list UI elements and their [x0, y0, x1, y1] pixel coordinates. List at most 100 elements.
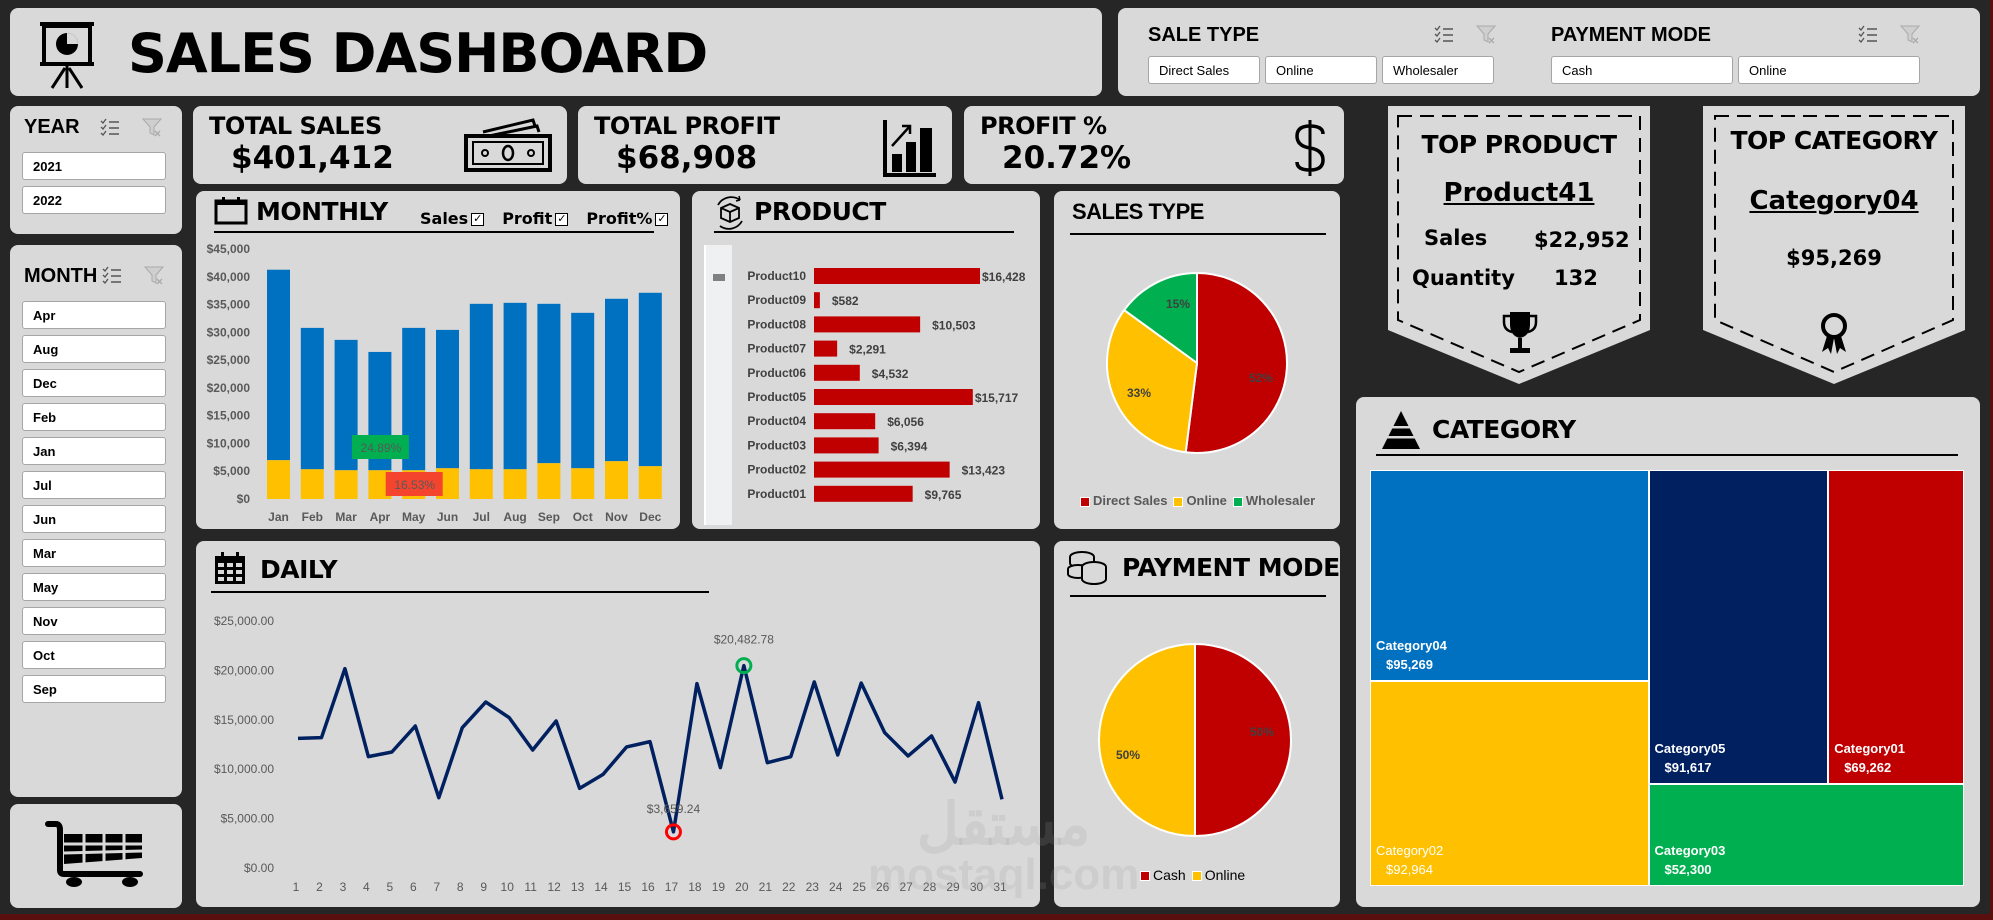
y-tick-label: $15,000 [207, 409, 251, 423]
bar-sales-feb [300, 327, 324, 470]
bar-product05 [814, 389, 973, 405]
x-tick-label: Dec [639, 510, 661, 524]
filter-sale-type-direct-sales[interactable]: Direct Sales [1148, 56, 1260, 84]
kpi-total-profit-label: TOTAL PROFIT [594, 112, 780, 140]
payment-mode-pie: 50% 50% [1098, 642, 1292, 838]
clear-filter-icon[interactable] [1900, 24, 1920, 44]
product-value-label: $16,428 [982, 270, 1026, 284]
month-option-jan[interactable]: Jan [22, 437, 166, 465]
month-option-nov[interactable]: Nov [22, 607, 166, 635]
bar-profit-feb [300, 469, 324, 499]
month-option-sep[interactable]: Sep [22, 675, 166, 703]
profit-pct-min-label: 16.53% [394, 478, 435, 492]
product-value-label: $2,291 [849, 343, 886, 357]
filter-sale-type-wholesaler[interactable]: Wholesaler [1382, 56, 1494, 84]
treemap-tile-category02[interactable]: Category02 $92,964 [1371, 681, 1648, 885]
pie-slice-label: 50% [1250, 725, 1274, 739]
growth-chart-icon [883, 120, 936, 177]
x-tick-label: 19 [712, 880, 726, 894]
month-option-jun[interactable]: Jun [22, 505, 166, 533]
kpi-total-sales: TOTAL SALES $401,412 [193, 106, 567, 184]
top-product-sales-value: $22,952 [1534, 228, 1630, 252]
x-tick-label: 6 [410, 880, 417, 894]
top-product-qty-label: Quantity [1412, 266, 1515, 290]
multi-select-icon[interactable] [102, 265, 122, 285]
legend-direct-sales: Direct Sales [1080, 493, 1167, 508]
year-option-2022[interactable]: 2022 [22, 186, 166, 214]
multi-select-icon[interactable] [1434, 24, 1454, 44]
bar-profit-nov [605, 461, 628, 499]
product-value-label: $4,532 [872, 367, 909, 381]
pie-slice-label: 33% [1127, 386, 1151, 400]
shopping-cart-icon [45, 821, 143, 887]
min-value-label: $3,659.24 [647, 802, 701, 816]
daily-chart: $0.00 $5,000.00 $10,000.00 $15,000.00 $20,00… [214, 614, 1007, 894]
bar-sales-aug [503, 302, 527, 470]
month-option-mar[interactable]: Mar [22, 539, 166, 567]
month-option-jul[interactable]: Jul [22, 471, 166, 499]
y-tick-label: $40,000 [207, 270, 251, 284]
y-tick-label: $30,000 [207, 325, 251, 339]
x-tick-label: 22 [782, 880, 796, 894]
legend-cash: Cash [1140, 867, 1186, 883]
cash-icon [464, 118, 552, 172]
month-option-aug[interactable]: Aug [22, 335, 166, 363]
y-tick-label: $5,000.00 [221, 812, 275, 826]
treemap-tile-category01[interactable]: Category01 $69,262 [1829, 471, 1963, 783]
multi-select-icon[interactable] [100, 117, 120, 137]
bar-sales-jul [469, 303, 493, 470]
kpi-total-sales-value: $401,412 [231, 140, 394, 176]
y-tick-label: $0.00 [244, 861, 274, 875]
product-value-label: $10,503 [932, 318, 976, 332]
x-tick-label: 4 [363, 880, 370, 894]
x-tick-label: Aug [503, 510, 526, 524]
month-slicer: MONTH Apr Aug Dec Feb Jan Jul Jun Mar May Nov Oct S… [10, 245, 182, 797]
x-tick-label: Oct [573, 510, 593, 524]
x-tick-label: 15 [618, 880, 632, 894]
top-product-sales-label: Sales [1424, 226, 1488, 250]
clear-filter-icon[interactable] [142, 117, 162, 137]
clear-filter-icon[interactable] [144, 265, 164, 285]
category-panel: CATEGORY Category04 $95,269 Category02 $92,… [1356, 397, 1980, 907]
payment-mode-label: PAYMENT MODE [1551, 24, 1712, 46]
month-option-oct[interactable]: Oct [22, 641, 166, 669]
month-option-dec[interactable]: Dec [22, 369, 166, 397]
filter-payment-online[interactable]: Online [1738, 56, 1920, 84]
product-label: Product10 [747, 269, 806, 283]
x-tick-label: 31 [993, 880, 1007, 894]
x-tick-label: 21 [759, 880, 773, 894]
filters-panel: SALE TYPE Direct Sales Online Wholesaler… [1118, 8, 1980, 96]
product-label: Product03 [747, 438, 806, 452]
sales-type-legend: Direct Sales Online Wholesaler [1080, 493, 1315, 508]
bar-product08 [814, 316, 921, 333]
x-tick-label: Jun [437, 510, 458, 524]
bar-sales-jun [436, 329, 459, 469]
y-tick-label: $25,000.00 [214, 614, 274, 628]
treemap-label: Category04 $95,269 [1376, 637, 1447, 672]
kpi-total-profit: TOTAL PROFIT $68,908 [578, 106, 952, 184]
kpi-profit-pct-label: PROFIT % [980, 112, 1107, 140]
pie-slice-online [1098, 642, 1196, 838]
product-label: Product08 [747, 317, 806, 331]
treemap-tile-category04[interactable]: Category04 $95,269 [1371, 471, 1648, 680]
legend-wholesaler: Wholesaler [1232, 493, 1315, 508]
pie-slice-label: 52% [1249, 371, 1273, 385]
kpi-total-profit-value: $68,908 [616, 140, 758, 176]
multi-select-icon[interactable] [1858, 24, 1878, 44]
treemap-tile-category03[interactable]: Category03 $52,300 [1649, 784, 1963, 885]
filter-sale-type-online[interactable]: Online [1265, 56, 1377, 84]
cart-panel[interactable] [10, 804, 182, 908]
bar-sales-jan [267, 269, 290, 461]
treemap-tile-category05[interactable]: Category05 $91,617 [1649, 471, 1828, 783]
x-tick-label: 16 [641, 880, 655, 894]
year-option-2021[interactable]: 2021 [22, 152, 166, 180]
treemap-label: Category02 $92,964 [1376, 842, 1444, 877]
month-option-apr[interactable]: Apr [22, 301, 166, 329]
x-tick-label: 25 [853, 880, 867, 894]
month-option-may[interactable]: May [22, 573, 166, 601]
filter-payment-cash[interactable]: Cash [1551, 56, 1733, 84]
month-option-feb[interactable]: Feb [22, 403, 166, 431]
kpi-profit-pct: PROFIT % 20.72% [964, 106, 1344, 184]
clear-filter-icon[interactable] [1476, 24, 1496, 44]
bar-profit-mar [334, 470, 358, 499]
